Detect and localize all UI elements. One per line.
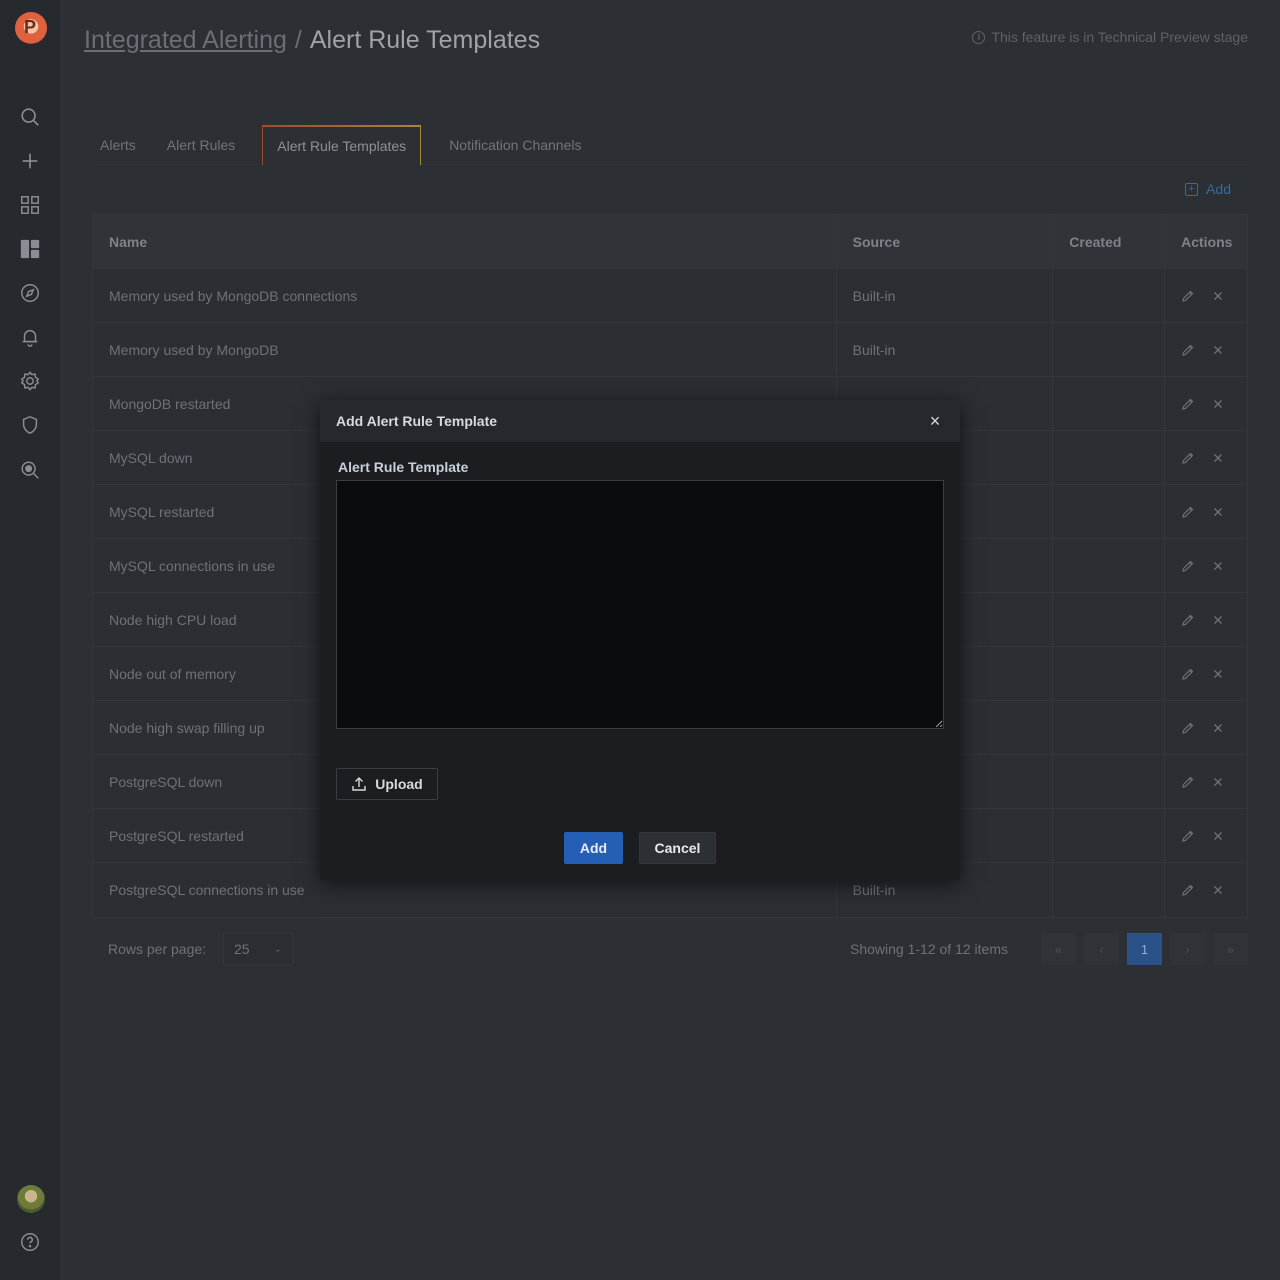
alert-rule-template-label: Alert Rule Template — [338, 459, 469, 475]
modal-header: Add Alert Rule Template × — [320, 400, 960, 442]
add-alert-rule-template-modal: Add Alert Rule Template × Alert Rule Tem… — [320, 400, 960, 880]
upload-button[interactable]: Upload — [336, 768, 438, 800]
alert-rule-template-textarea[interactable] — [336, 480, 944, 729]
upload-icon — [351, 776, 367, 792]
add-button[interactable]: Add — [564, 832, 623, 864]
cancel-button[interactable]: Cancel — [639, 832, 716, 864]
close-icon[interactable]: × — [926, 411, 944, 432]
upload-label: Upload — [375, 776, 423, 792]
modal-title: Add Alert Rule Template — [336, 413, 498, 429]
